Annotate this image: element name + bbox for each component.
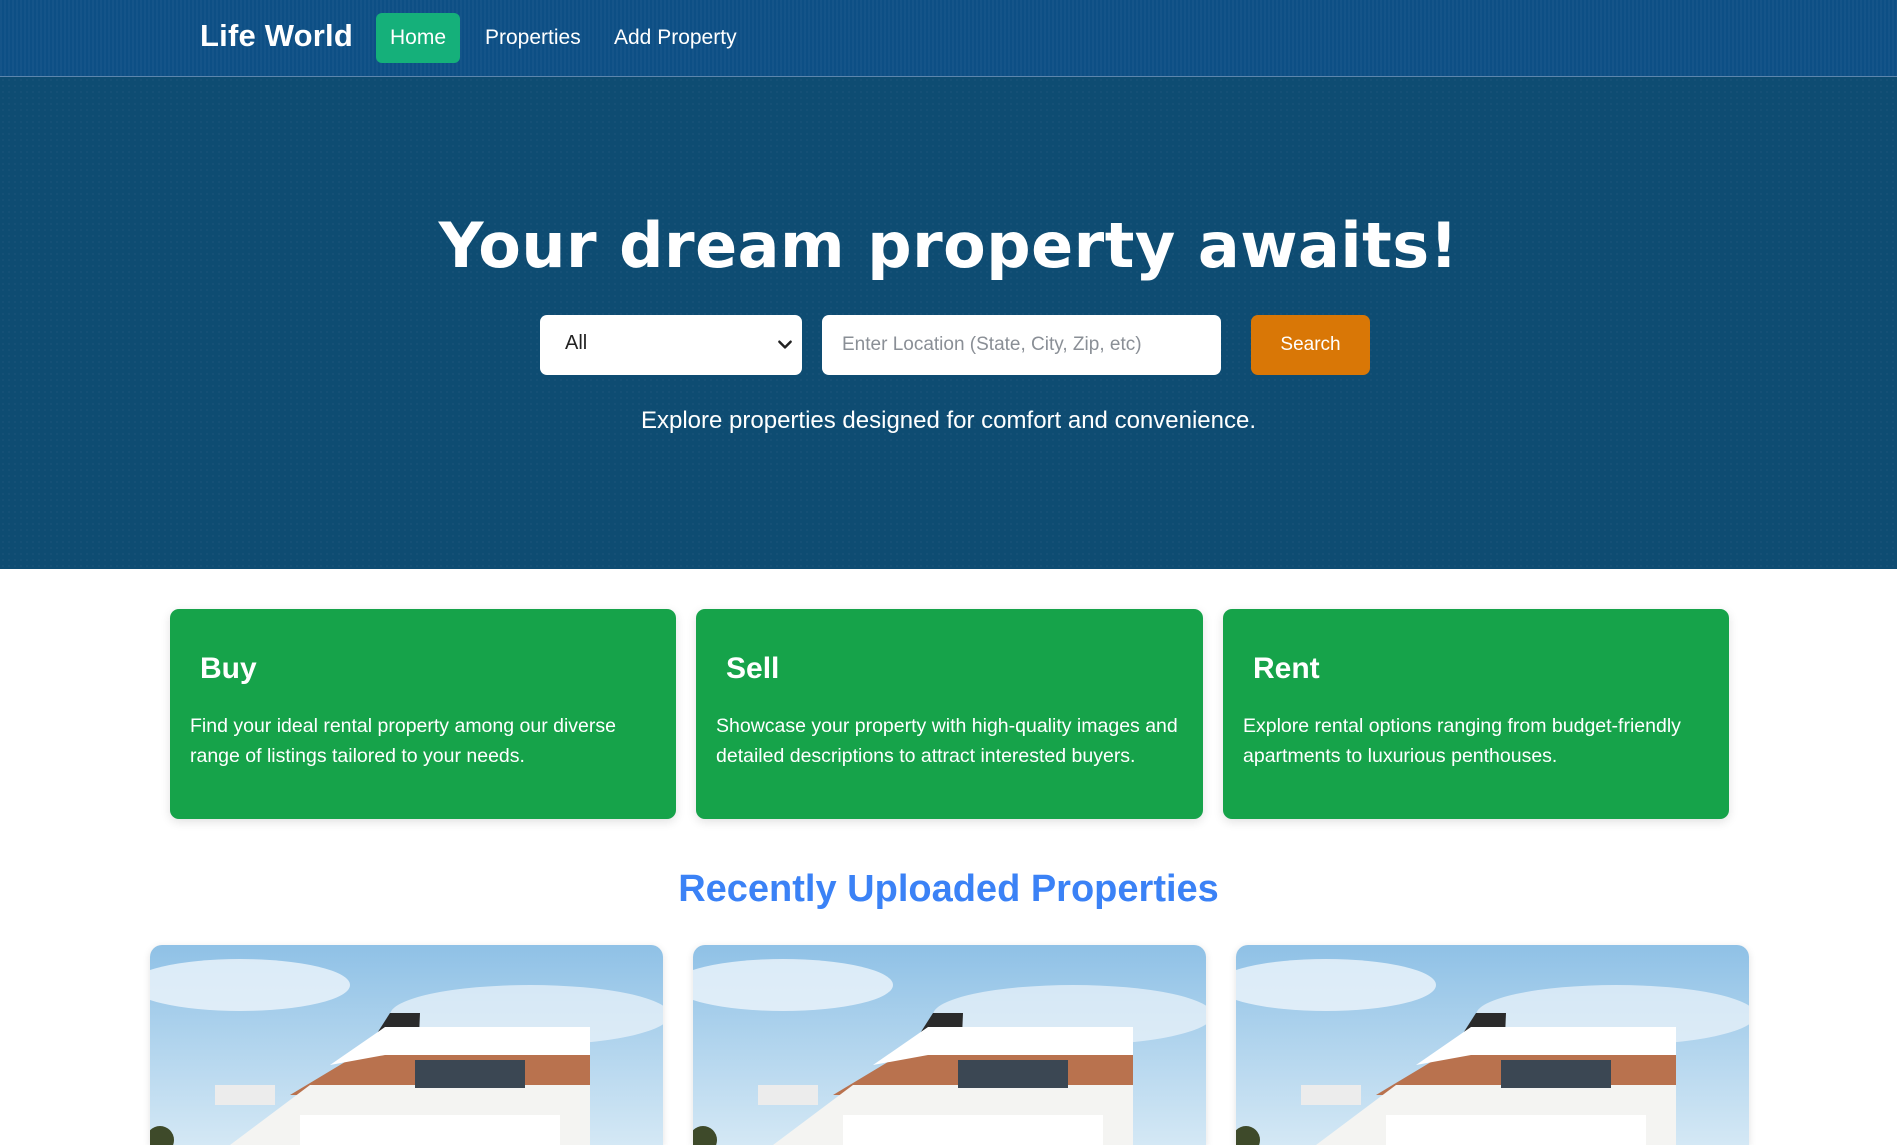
brand-logo[interactable]: Life World <box>200 18 353 54</box>
property-type-select[interactable]: All <box>540 315 802 375</box>
location-input[interactable] <box>822 315 1221 375</box>
feature-title-rent: Rent <box>1253 652 1320 685</box>
feature-desc-rent: Explore rental options ranging from budg… <box>1243 715 1681 767</box>
hero-subtitle: Explore properties designed for comfort … <box>640 407 1257 434</box>
feature-title-sell: Sell <box>726 652 780 685</box>
feature-desc-buy: Find your ideal rental property among ou… <box>190 715 616 767</box>
feature-card-buy: Buy Find your ideal rental property amon… <box>170 609 676 819</box>
hero-title: Your dream property awaits! <box>438 209 1459 282</box>
nav-properties[interactable]: Properties <box>470 13 596 63</box>
hero-section: Your dream property awaits! All Search E… <box>0 77 1897 569</box>
recent-properties-title: Recently Uploaded Properties <box>678 868 1219 910</box>
nav-add-property[interactable]: Add Property <box>599 13 752 63</box>
property-card[interactable] <box>693 945 1206 1145</box>
property-image <box>693 945 1206 1145</box>
search-button[interactable]: Search <box>1251 315 1370 375</box>
property-card[interactable] <box>150 945 663 1145</box>
nav-home[interactable]: Home <box>376 13 460 63</box>
feature-title-buy: Buy <box>200 652 257 685</box>
property-type-value: All <box>565 332 588 354</box>
property-image <box>1236 945 1749 1145</box>
property-card[interactable] <box>1236 945 1749 1145</box>
feature-card-rent: Rent Explore rental options ranging from… <box>1223 609 1729 819</box>
chevron-down-icon <box>778 340 792 349</box>
feature-desc-sell: Showcase your property with high-quality… <box>716 715 1178 767</box>
feature-card-sell: Sell Showcase your property with high-qu… <box>696 609 1203 819</box>
navbar: Life World Home Properties Add Property <box>0 0 1897 77</box>
property-image <box>150 945 663 1145</box>
